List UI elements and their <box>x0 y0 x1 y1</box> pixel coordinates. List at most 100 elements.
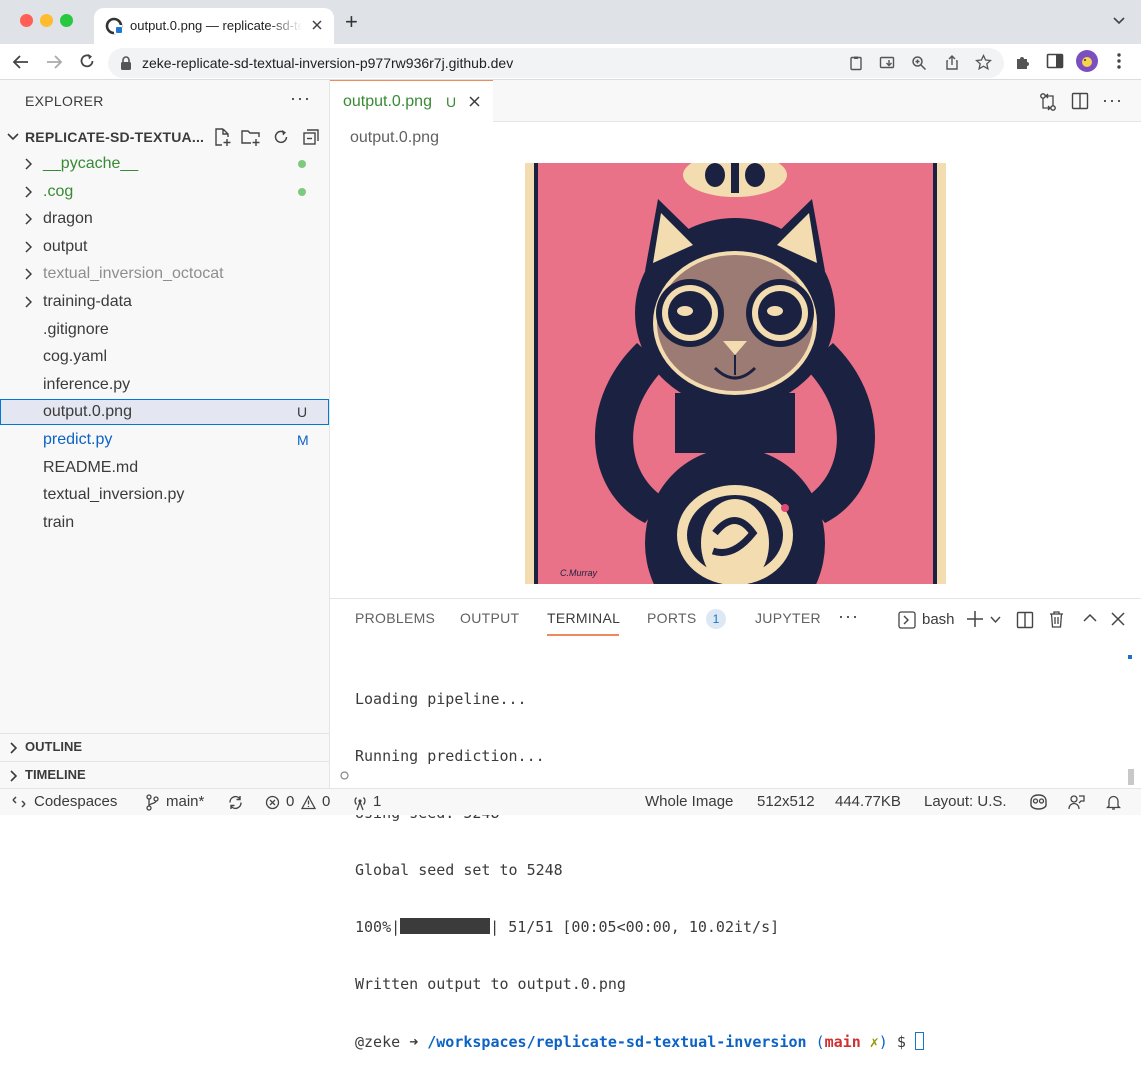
forward-arrow-icon[interactable] <box>45 53 63 71</box>
chevron-right-icon <box>24 296 32 308</box>
tree-folder[interactable]: .cog <box>0 179 329 205</box>
panel-tab-output[interactable]: OUTPUT <box>460 610 519 626</box>
tree-file[interactable]: textual_inversion.py <box>0 482 329 508</box>
profile-avatar[interactable] <box>1075 49 1099 73</box>
terminal-line: Loading pipeline... <box>355 690 527 708</box>
panel-tab-jupyter[interactable]: JUPYTER <box>755 610 821 626</box>
chevron-right-icon <box>24 268 32 280</box>
new-terminal-plus-icon[interactable] <box>966 610 984 628</box>
copilot-icon[interactable] <box>1029 793 1048 811</box>
image-zoom-mode[interactable]: Whole Image <box>645 793 733 810</box>
tree-folder[interactable]: output <box>0 234 329 260</box>
tree-folder[interactable]: dragon <box>0 206 329 232</box>
tree-file[interactable]: README.md <box>0 455 329 481</box>
zoom-icon[interactable] <box>911 55 927 71</box>
collapse-all-icon[interactable] <box>302 128 320 146</box>
url-text: zeke-replicate-sd-textual-inversion-p977… <box>142 55 514 71</box>
tree-item-label: predict.py <box>43 431 113 448</box>
clipboard-icon[interactable] <box>848 55 864 71</box>
feedback-person-icon[interactable] <box>1068 794 1085 811</box>
browser-menu-icon[interactable] <box>1114 52 1124 70</box>
close-panel-icon[interactable] <box>1111 612 1125 626</box>
editor-tab-git-status: U <box>446 94 457 110</box>
install-app-icon[interactable] <box>879 55 896 71</box>
chevron-down-icon[interactable] <box>990 616 1001 624</box>
prompt-branch-open: ( <box>815 1033 825 1051</box>
address-bar[interactable]: zeke-replicate-sd-textual-inversion-p977… <box>108 48 1004 78</box>
reload-icon[interactable] <box>78 52 96 70</box>
panel-tab-problems[interactable]: PROBLEMS <box>355 610 435 626</box>
root-folder-header[interactable]: REPLICATE-SD-TEXTUA... <box>0 124 329 150</box>
keyboard-layout[interactable]: Layout: U.S. <box>924 793 1007 810</box>
explorer-more-actions[interactable]: ··· <box>290 88 311 109</box>
github-favicon-icon <box>105 17 123 35</box>
bookmark-star-icon[interactable] <box>975 54 992 71</box>
window-maximize-button[interactable] <box>60 14 73 27</box>
side-panel-icon[interactable] <box>1046 53 1064 69</box>
tree-file[interactable]: output.0.png U <box>0 399 329 426</box>
trash-icon[interactable] <box>1048 610 1065 629</box>
warning-count[interactable]: 0 <box>322 793 330 810</box>
tab-search-chevron-icon[interactable] <box>1112 16 1126 26</box>
tree-file[interactable]: train <box>0 510 329 536</box>
tree-folder[interactable]: training-data <box>0 289 329 315</box>
close-icon[interactable] <box>468 95 481 108</box>
notifications-bell-icon[interactable] <box>1106 794 1121 811</box>
editor-tab-output-png[interactable]: output.0.png U <box>330 80 493 123</box>
outline-section-header[interactable]: OUTLINE <box>0 733 329 759</box>
lock-icon[interactable] <box>120 56 132 70</box>
terminal-line: Running prediction... <box>355 747 545 765</box>
terminal-output[interactable]: Loading pipeline... Running prediction..… <box>355 652 924 1090</box>
prompt-branch: main <box>824 1033 861 1051</box>
window-close-button[interactable] <box>20 14 33 27</box>
sync-icon[interactable] <box>227 794 244 811</box>
share-icon[interactable] <box>944 54 960 71</box>
panel-more-tabs[interactable]: ··· <box>838 606 859 627</box>
breadcrumb: output.0.png <box>350 129 439 146</box>
terminal-shell-name[interactable]: bash <box>922 611 955 628</box>
image-file-size: 444.77KB <box>835 793 901 810</box>
output-image[interactable]: C.Murray <box>525 163 946 584</box>
remote-icon <box>12 796 26 808</box>
bottom-panel: PROBLEMS OUTPUT TERMINAL PORTS 1 JUPYTER… <box>330 598 1141 1051</box>
new-folder-icon[interactable] <box>240 127 262 147</box>
tab-close-icon[interactable] <box>310 18 324 32</box>
prompt-symbol: $ <box>896 1033 906 1051</box>
window-minimize-button[interactable] <box>40 14 53 27</box>
command-decoration-circle-icon <box>340 771 349 780</box>
image-dimensions: 512x512 <box>757 793 815 810</box>
tree-file[interactable]: .gitignore <box>0 317 329 343</box>
extensions-puzzle-icon[interactable] <box>1014 53 1032 71</box>
git-branch[interactable]: main* <box>166 793 204 810</box>
editor-more-actions[interactable]: ··· <box>1102 91 1123 109</box>
tree-item-label: inference.py <box>43 375 131 393</box>
chevron-right-icon <box>24 213 32 225</box>
back-arrow-icon[interactable] <box>12 53 30 71</box>
tree-folder[interactable]: __pycache__ <box>0 151 329 177</box>
tree-item-label: textual_inversion.py <box>43 486 185 504</box>
new-file-icon[interactable] <box>212 127 232 147</box>
terminal-scrollbar[interactable] <box>1128 769 1134 785</box>
split-terminal-icon[interactable] <box>1016 611 1034 629</box>
refresh-icon[interactable] <box>272 128 290 146</box>
timeline-section-header[interactable]: TIMELINE <box>0 761 329 787</box>
tree-file[interactable]: cog.yaml <box>0 344 329 370</box>
browser-tab[interactable]: output.0.png — replicate-sd-textual-inve… <box>94 8 334 44</box>
split-editor-icon[interactable] <box>1071 92 1089 110</box>
open-changes-icon[interactable] <box>1038 92 1058 112</box>
forwarded-ports-count[interactable]: 1 <box>373 793 381 810</box>
maximize-panel-chevron-up-icon[interactable] <box>1083 613 1097 623</box>
prompt-branch-close: ) <box>878 1033 888 1051</box>
panel-tab-ports[interactable]: PORTS <box>647 610 696 626</box>
new-tab-button[interactable]: + <box>345 11 358 33</box>
tree-file[interactable]: predict.py M <box>0 427 329 453</box>
terminal-prompt: @zeke ➜ /workspaces/replicate-sd-textual… <box>355 1032 924 1052</box>
error-count[interactable]: 0 <box>286 793 294 810</box>
chevron-right-icon <box>9 770 17 782</box>
tree-item-label: output.0.png <box>43 403 132 421</box>
terminal-shell-icon <box>898 611 916 629</box>
panel-tab-terminal[interactable]: TERMINAL <box>547 610 620 626</box>
tree-file[interactable]: inference.py <box>0 372 329 398</box>
tree-folder[interactable]: textual_inversion_octocat <box>0 261 329 287</box>
remote-codespaces[interactable]: Codespaces <box>34 793 117 810</box>
